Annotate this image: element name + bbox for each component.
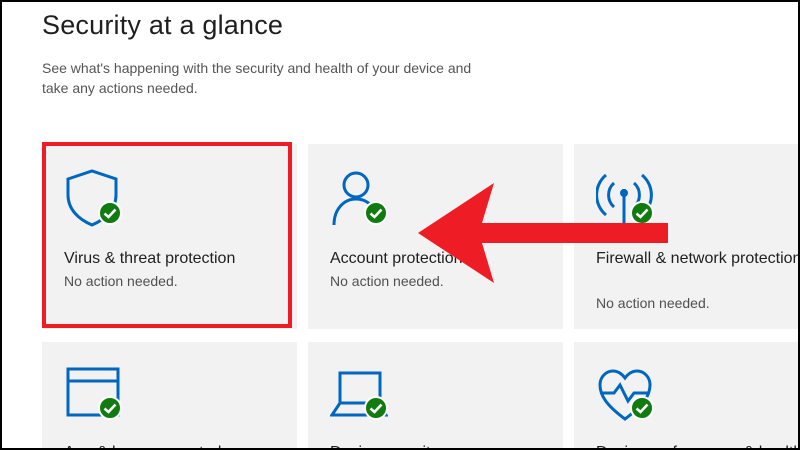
security-overview-window: Security at a glance See what's happenin… bbox=[0, 0, 800, 450]
tile-title: Device performance & health bbox=[596, 442, 798, 448]
tile-device-security[interactable]: Device security bbox=[308, 342, 563, 448]
tile-title: Virus & threat protection bbox=[64, 250, 236, 267]
tile-status: No action needed. bbox=[64, 273, 178, 289]
tile-title: Device security bbox=[330, 442, 550, 448]
tile-title: App & browser control bbox=[64, 442, 284, 448]
red-arrow-annotation bbox=[418, 183, 668, 283]
tile-app-browser-control[interactable]: App & browser control bbox=[42, 342, 297, 448]
check-badge-icon bbox=[98, 396, 122, 420]
tile-virus-threat-protection[interactable]: Virus & threat protection No action need… bbox=[42, 144, 297, 329]
tile-status: No action needed. bbox=[596, 295, 710, 311]
check-badge-icon bbox=[364, 201, 388, 225]
check-badge-icon bbox=[98, 201, 122, 225]
page-title: Security at a glance bbox=[42, 10, 284, 40]
page-subtitle: See what's happening with the security a… bbox=[42, 60, 472, 96]
tile-device-performance-health[interactable]: Device performance & health bbox=[574, 342, 798, 448]
check-badge-icon bbox=[630, 396, 654, 420]
check-badge-icon bbox=[364, 396, 388, 420]
